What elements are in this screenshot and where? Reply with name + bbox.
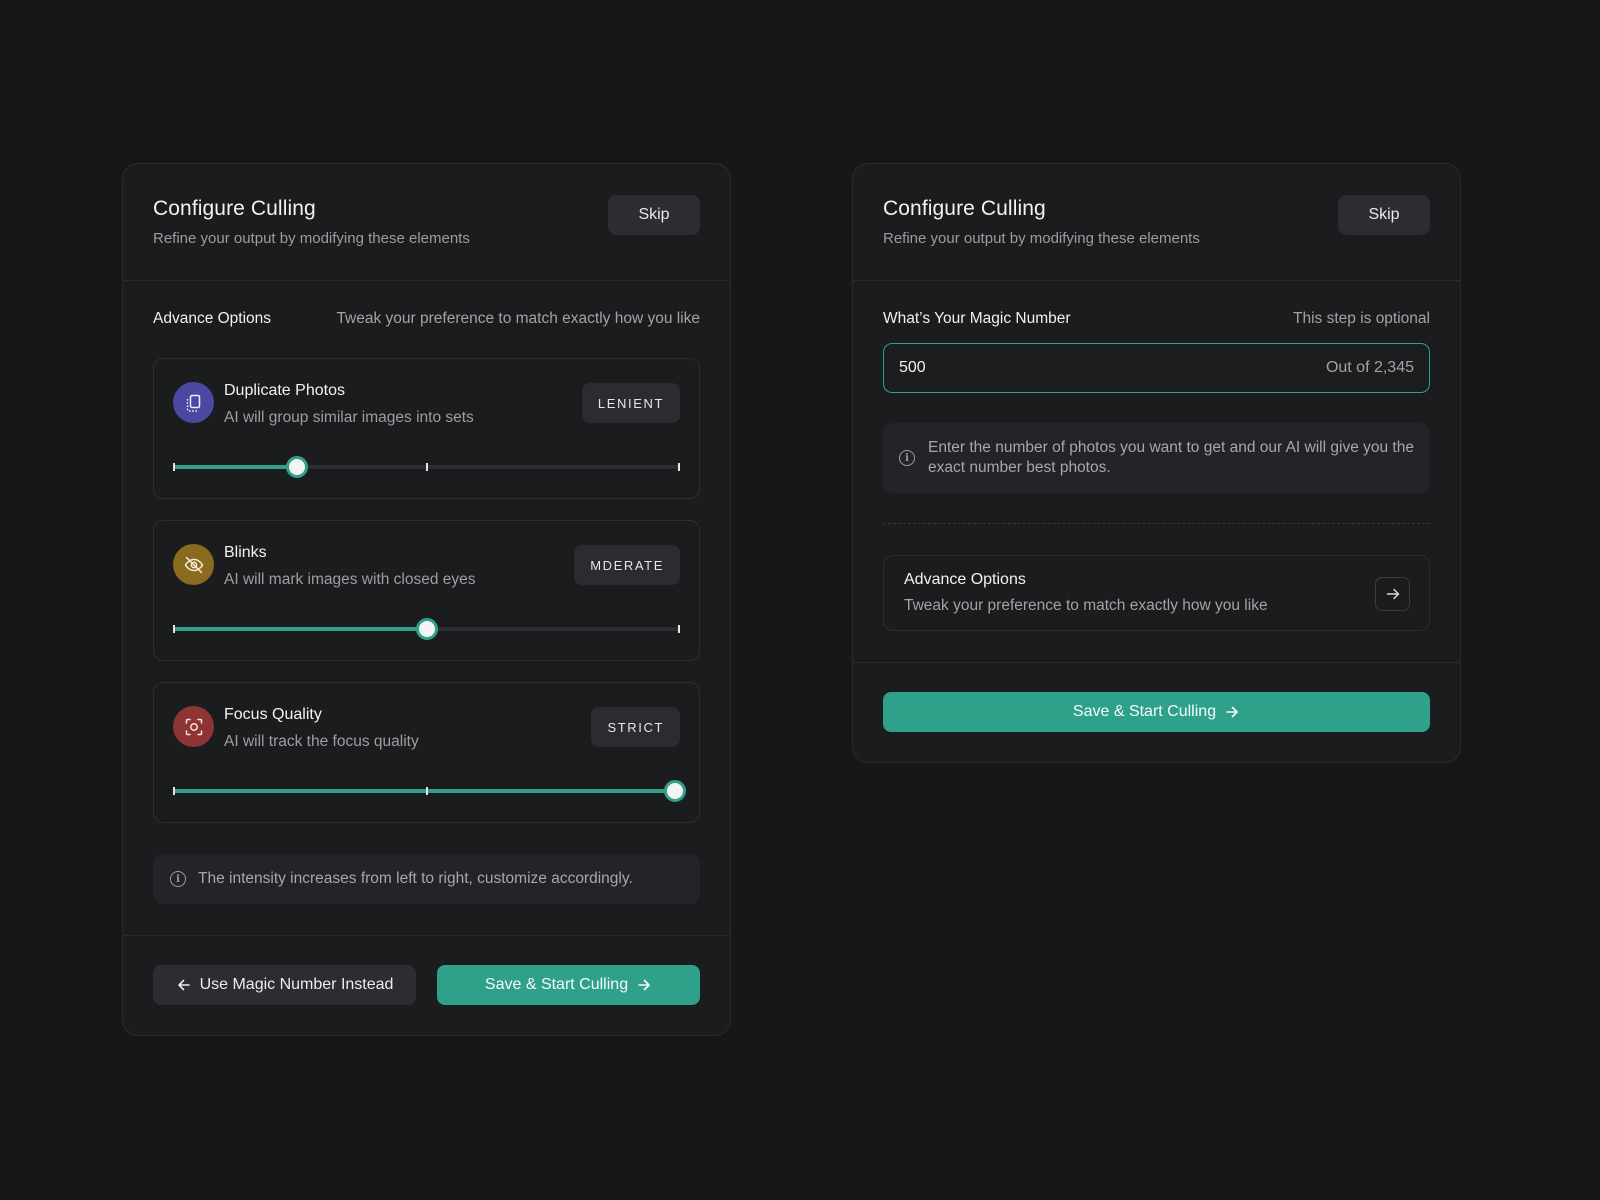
arrow-right-icon (1226, 706, 1238, 718)
slider-tick (678, 463, 680, 471)
focus-scan-icon (173, 706, 214, 747)
advance-options-title: Advance Options (904, 571, 1026, 588)
slider-thumb[interactable] (286, 456, 309, 478)
magic-number-header: What’s Your Magic Number This step is op… (883, 310, 1430, 328)
magic-number-input[interactable] (899, 359, 1099, 377)
option-card-blinks: Blinks AI will mark images with closed e… (153, 520, 700, 661)
arrow-right-icon[interactable] (1375, 577, 1410, 611)
panel-header: Configure Culling Refine your output by … (123, 164, 730, 281)
arrow-left-icon (177, 979, 190, 991)
slider-tick (425, 463, 428, 471)
magic-info-box: i Enter the number of photos you want to… (883, 423, 1430, 493)
option-name: Focus Quality (224, 706, 322, 723)
option-name: Duplicate Photos (224, 382, 345, 399)
slider-tick (678, 625, 680, 633)
intensity-info-box: i The intensity increases from left to r… (153, 854, 700, 904)
option-description: AI will mark images with closed eyes (224, 571, 476, 588)
footer-divider (853, 662, 1460, 663)
option-name: Blinks (224, 544, 267, 561)
option-card-duplicate-photos: Duplicate Photos AI will group similar i… (153, 358, 700, 499)
out-of-total: Out of 2,345 (1325, 359, 1414, 376)
button-label: Save & Start Culling (484, 976, 629, 993)
option-description: AI will track the focus quality (224, 733, 419, 750)
skip-button[interactable]: Skip (1338, 195, 1430, 235)
save-start-culling-button[interactable]: Save & Start Culling (883, 692, 1430, 732)
use-magic-number-button[interactable]: Use Magic Number Instead (153, 965, 416, 1005)
footer-divider (123, 935, 730, 936)
magic-number-panel: Configure Culling Refine your output by … (852, 163, 1461, 763)
eye-off-icon (173, 544, 214, 585)
info-text: The intensity increases from left to rig… (198, 870, 633, 887)
section-label: Advance Options (153, 310, 272, 327)
optional-hint: This step is optional (1293, 310, 1430, 327)
slider-fill (173, 789, 675, 793)
slider-tick (173, 787, 175, 795)
save-start-culling-button[interactable]: Save & Start Culling (437, 965, 700, 1005)
advance-options-link[interactable]: Advance Options Tweak your preference to… (883, 555, 1430, 631)
skip-button[interactable]: Skip (608, 195, 700, 235)
arrow-right-icon (638, 979, 650, 991)
button-label: Save & Start Culling (1072, 703, 1217, 720)
magic-number-field[interactable]: Out of 2,345 (883, 343, 1430, 393)
slider-thumb[interactable] (415, 618, 438, 640)
panel-header: Configure Culling Refine your output by … (853, 164, 1460, 281)
level-badge[interactable]: MDERATE (574, 545, 680, 585)
option-card-focus-quality: Focus Quality AI will track the focus qu… (153, 682, 700, 823)
option-description: AI will group similar images into sets (224, 409, 474, 426)
slider-fill (173, 627, 427, 631)
slider-thumb[interactable] (663, 780, 686, 802)
slider-fill (173, 465, 298, 469)
info-icon: i (899, 450, 915, 466)
intensity-slider[interactable] (173, 456, 680, 478)
advance-options-header: Advance Options Tweak your preference to… (153, 310, 700, 328)
intensity-slider[interactable] (173, 780, 686, 802)
advance-options-panel: Configure Culling Refine your output by … (122, 163, 731, 1036)
level-badge[interactable]: LENIENT (581, 383, 680, 423)
duplicate-photos-icon (173, 382, 214, 423)
slider-tick (425, 787, 428, 795)
intensity-slider[interactable] (173, 618, 680, 640)
advance-options-desc: Tweak your preference to match exactly h… (904, 597, 1268, 614)
level-badge[interactable]: STRICT (591, 707, 680, 747)
info-icon: i (170, 871, 186, 887)
magic-number-label: What’s Your Magic Number (883, 310, 1071, 327)
button-label: Use Magic Number Instead (199, 976, 394, 993)
section-hint: Tweak your preference to match exactly h… (336, 310, 700, 327)
slider-tick (173, 625, 175, 633)
slider-tick (173, 463, 175, 471)
dashed-divider (883, 523, 1430, 524)
info-text: Enter the number of photos you want to g… (928, 439, 1414, 476)
